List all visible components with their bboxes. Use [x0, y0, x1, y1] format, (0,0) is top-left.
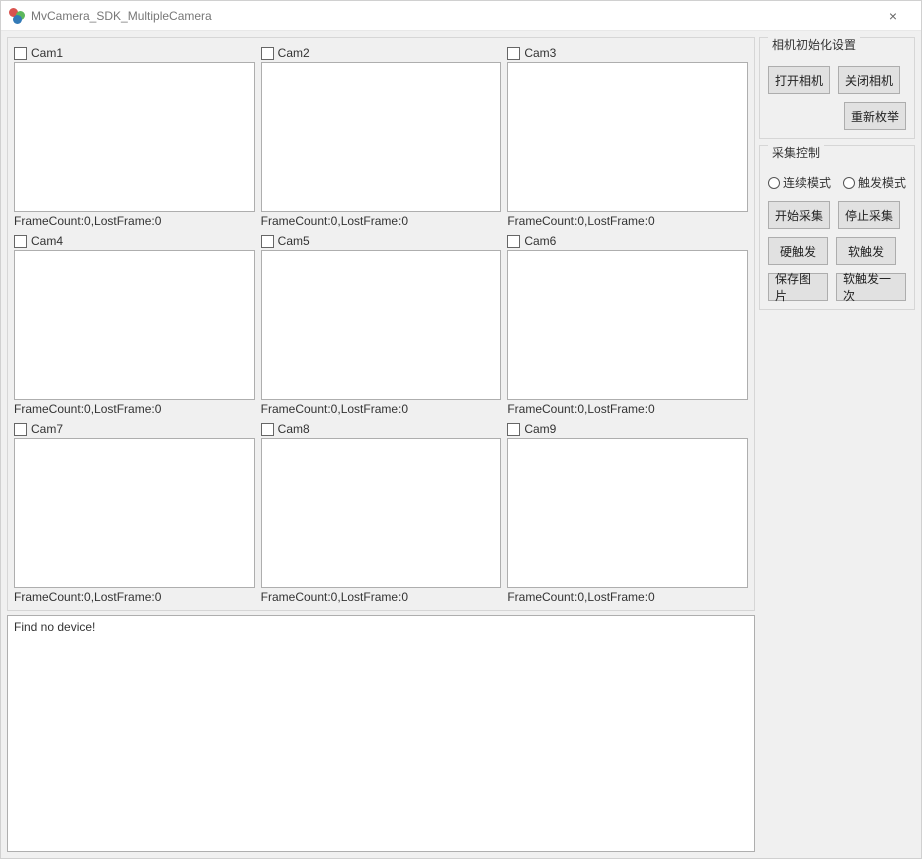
camera-cell: Cam2 FrameCount:0,LostFrame:0 — [261, 46, 502, 228]
close-icon[interactable]: × — [873, 8, 913, 24]
camera-label: Cam5 — [278, 234, 310, 248]
camera-checkbox[interactable] — [261, 423, 274, 436]
camera-status: FrameCount:0,LostFrame:0 — [14, 214, 255, 228]
log-text: Find no device! — [14, 620, 95, 634]
camera-label: Cam1 — [31, 46, 63, 60]
camera-cell: Cam6 FrameCount:0,LostFrame:0 — [507, 234, 748, 416]
camera-cell: Cam1 FrameCount:0,LostFrame:0 — [14, 46, 255, 228]
camera-status: FrameCount:0,LostFrame:0 — [507, 402, 748, 416]
app-icon — [9, 8, 25, 24]
radio-icon — [843, 177, 855, 189]
camera-view — [261, 250, 502, 400]
camera-cell: Cam9 FrameCount:0,LostFrame:0 — [507, 422, 748, 604]
radio-label: 触发模式 — [858, 174, 906, 191]
camera-checkbox[interactable] — [507, 47, 520, 60]
camera-view — [507, 438, 748, 588]
window-title: MvCamera_SDK_MultipleCamera — [31, 9, 212, 23]
soft-trigger-button[interactable]: 软触发 — [836, 237, 896, 265]
camera-cell: Cam8 FrameCount:0,LostFrame:0 — [261, 422, 502, 604]
camera-status: FrameCount:0,LostFrame:0 — [14, 590, 255, 604]
camera-status: FrameCount:0,LostFrame:0 — [14, 402, 255, 416]
camera-label: Cam3 — [524, 46, 556, 60]
open-camera-button[interactable]: 打开相机 — [768, 66, 830, 94]
camera-status: FrameCount:0,LostFrame:0 — [507, 214, 748, 228]
save-image-button[interactable]: 保存图片 — [768, 273, 828, 301]
trigger-mode-radio[interactable]: 触发模式 — [843, 174, 906, 191]
init-group-title: 相机初始化设置 — [768, 36, 860, 53]
reenumerate-button[interactable]: 重新枚举 — [844, 102, 906, 130]
radio-label: 连续模式 — [783, 174, 831, 191]
close-camera-button[interactable]: 关闭相机 — [838, 66, 900, 94]
camera-cell: Cam7 FrameCount:0,LostFrame:0 — [14, 422, 255, 604]
camera-checkbox[interactable] — [261, 47, 274, 60]
camera-checkbox[interactable] — [507, 235, 520, 248]
log-panel: Find no device! — [7, 615, 755, 852]
camera-grid-panel: Cam1 FrameCount:0,LostFrame:0 Cam2 — [7, 37, 755, 611]
camera-checkbox[interactable] — [14, 235, 27, 248]
camera-checkbox[interactable] — [14, 47, 27, 60]
camera-checkbox[interactable] — [507, 423, 520, 436]
camera-view — [14, 62, 255, 212]
camera-status: FrameCount:0,LostFrame:0 — [261, 214, 502, 228]
start-capture-button[interactable]: 开始采集 — [768, 201, 830, 229]
hard-trigger-button[interactable]: 硬触发 — [768, 237, 828, 265]
camera-status: FrameCount:0,LostFrame:0 — [261, 590, 502, 604]
capture-group-title: 采集控制 — [768, 144, 824, 161]
camera-label: Cam6 — [524, 234, 556, 248]
camera-view — [507, 62, 748, 212]
camera-label: Cam9 — [524, 422, 556, 436]
app-window: MvCamera_SDK_MultipleCamera × Cam1 — [0, 0, 922, 859]
camera-cell: Cam4 FrameCount:0,LostFrame:0 — [14, 234, 255, 416]
camera-view — [261, 62, 502, 212]
camera-cell: Cam5 FrameCount:0,LostFrame:0 — [261, 234, 502, 416]
camera-view — [14, 438, 255, 588]
capture-group: 采集控制 连续模式 触发模式 开始采集 停止采集 — [759, 145, 915, 310]
camera-status: FrameCount:0,LostFrame:0 — [261, 402, 502, 416]
camera-label: Cam4 — [31, 234, 63, 248]
camera-status: FrameCount:0,LostFrame:0 — [507, 590, 748, 604]
stop-capture-button[interactable]: 停止采集 — [838, 201, 900, 229]
camera-view — [14, 250, 255, 400]
continuous-mode-radio[interactable]: 连续模式 — [768, 174, 831, 191]
camera-label: Cam8 — [278, 422, 310, 436]
init-group: 相机初始化设置 打开相机 关闭相机 重新枚举 — [759, 37, 915, 139]
radio-icon — [768, 177, 780, 189]
camera-view — [261, 438, 502, 588]
camera-label: Cam7 — [31, 422, 63, 436]
camera-view — [507, 250, 748, 400]
camera-checkbox[interactable] — [261, 235, 274, 248]
camera-checkbox[interactable] — [14, 423, 27, 436]
camera-label: Cam2 — [278, 46, 310, 60]
client-area: Cam1 FrameCount:0,LostFrame:0 Cam2 — [1, 31, 921, 858]
title-bar: MvCamera_SDK_MultipleCamera × — [1, 1, 921, 31]
soft-trigger-once-button[interactable]: 软触发一次 — [836, 273, 906, 301]
camera-cell: Cam3 FrameCount:0,LostFrame:0 — [507, 46, 748, 228]
